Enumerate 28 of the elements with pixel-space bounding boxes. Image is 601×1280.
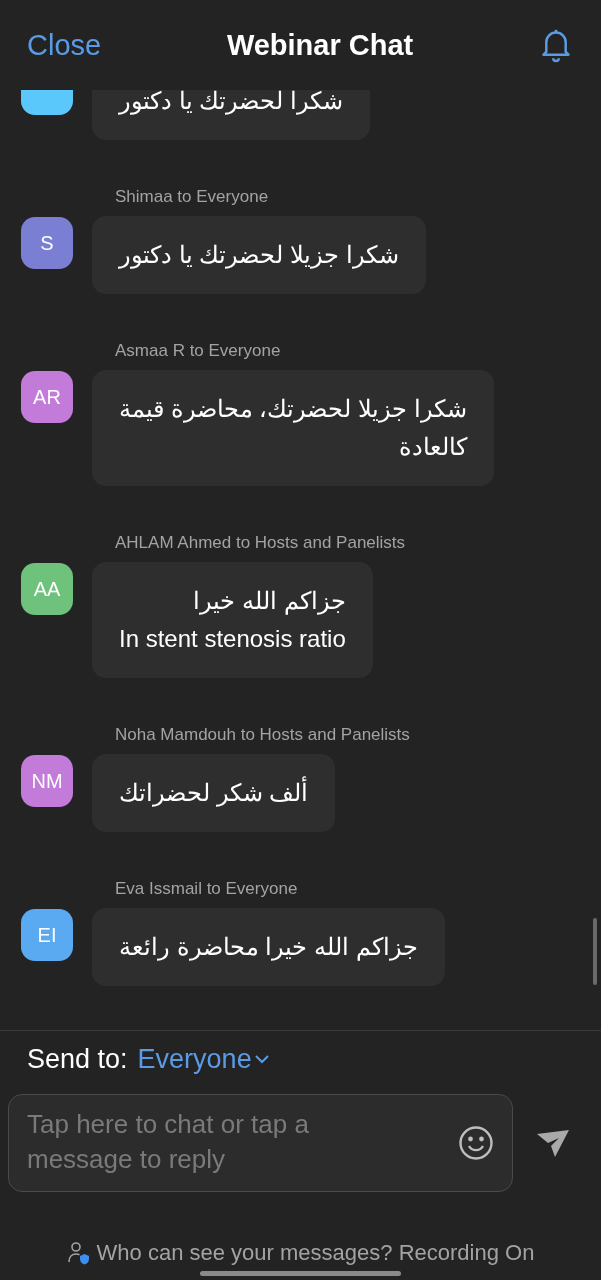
message-bubble[interactable]: شكرا جزيلا لحضرتك، محاضرة قيمة كالعادة [92, 370, 494, 486]
chat-input-field[interactable]: Tap here to chat or tap a message to reply [8, 1094, 513, 1192]
bell-icon[interactable] [539, 27, 573, 63]
sender-label: AHLAM Ahmed to Hosts and Panelists [115, 532, 406, 554]
sender-label: Shimaa to Everyone [115, 186, 269, 208]
window-title: Webinar Chat [226, 28, 414, 62]
avatar: AR [21, 371, 73, 423]
person-shield-icon [66, 1241, 91, 1265]
sender-label: Asmaa R to Everyone [115, 340, 281, 362]
message-bubble[interactable]: شكرا جزيلا لحضرتك يا دكتور [92, 216, 426, 294]
send-icon[interactable] [535, 1128, 571, 1158]
sender-label: Noha Mamdouh to Hosts and Panelists [115, 724, 410, 746]
smiley-icon[interactable] [458, 1125, 494, 1161]
message-bubble[interactable]: جزاكم الله خيرا محاضرة رائعة [92, 908, 445, 986]
avatar: AA [21, 563, 73, 615]
close-button[interactable]: Close [27, 28, 102, 62]
message-bubble[interactable]: ألف شكر لحضراتك [92, 754, 336, 832]
chevron-icon [253, 1054, 270, 1064]
send-to-label: Send to: [27, 1043, 128, 1075]
privacy-notice[interactable]: Who can see your messages? Recording On [96, 1240, 535, 1266]
message-bubble[interactable]: جزاكم الله خيرا In stent stenosis ratio [92, 562, 373, 678]
scrollbar [593, 918, 597, 985]
avatar: EI [21, 909, 73, 961]
message-bubble[interactable]: شكرا لحضرتك يا دكتور [92, 90, 370, 140]
avatar: S [21, 217, 73, 269]
avatar: NM [21, 755, 73, 807]
recipient-dropdown[interactable]: Everyone [137, 1043, 270, 1075]
sender-label: Eva Issmail to Everyone [115, 878, 298, 900]
